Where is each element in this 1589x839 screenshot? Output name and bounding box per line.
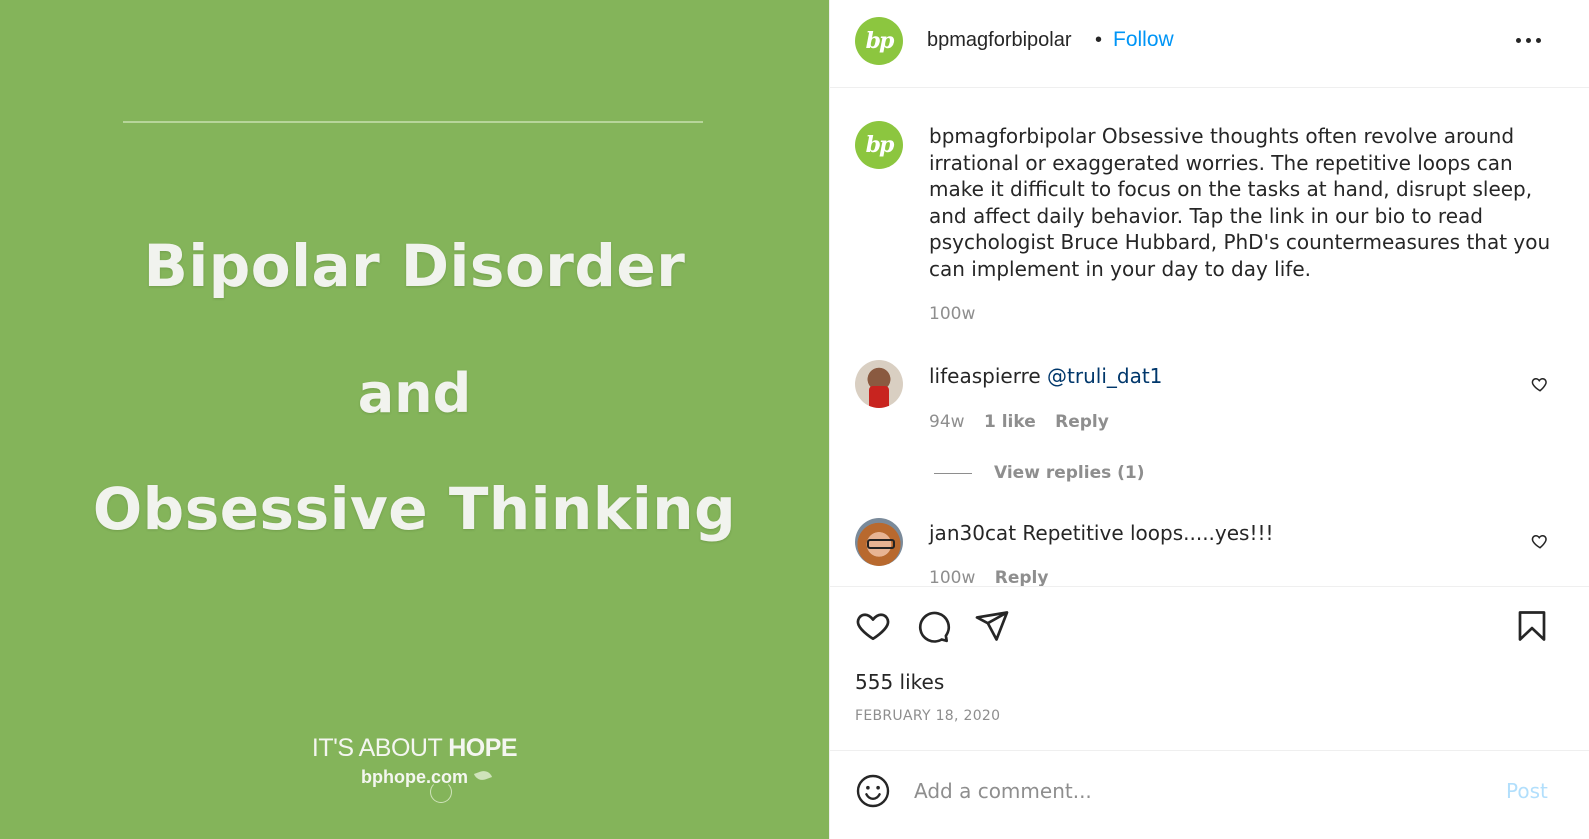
brand-tagline-bold: HOPE	[448, 734, 518, 762]
brand-tagline: IT'S ABOUT HOPE	[0, 734, 829, 763]
comment-line: jan30cat Repetitive loops.....yes!!!	[929, 521, 1274, 545]
comment-username[interactable]: jan30cat	[929, 521, 1016, 545]
post-comment-button[interactable]: Post	[1506, 779, 1548, 803]
image-title-line-3: Obsessive Thinking	[92, 475, 737, 543]
brand-tagline-light: IT'S ABOUT	[311, 734, 449, 762]
caption-avatar[interactable]: bp	[855, 121, 903, 169]
emoji-icon[interactable]	[855, 773, 891, 809]
like-heart-icon[interactable]	[855, 608, 891, 644]
likes-count[interactable]: 555 likes	[855, 670, 944, 694]
image-title-line-1: Bipolar Disorder	[143, 232, 686, 300]
more-options-icon[interactable]	[1516, 38, 1542, 44]
post-details-panel: bp bpmagforbipolar • Follow bp bpmagforb…	[829, 0, 1589, 839]
caption-username[interactable]: bpmagforbipolar	[929, 124, 1096, 148]
comment-avatar[interactable]	[855, 518, 903, 566]
header-username[interactable]: bpmagforbipolar	[927, 29, 1072, 52]
comments-list[interactable]: bp bpmagforbipolar Obsessive thoughts of…	[830, 88, 1589, 586]
caption-text: bpmagforbipolar Obsessive thoughts often…	[929, 123, 1559, 283]
caption-timestamp[interactable]: 100w	[929, 304, 975, 324]
reply-button[interactable]: Reply	[1055, 412, 1109, 432]
comment-bubble-icon[interactable]	[915, 608, 951, 644]
post-date[interactable]: FEBRUARY 18, 2020	[855, 708, 1000, 724]
comment-text: Repetitive loops.....yes!!!	[1016, 521, 1274, 545]
bookmark-icon[interactable]	[1514, 608, 1550, 644]
brand-url: bphope.com	[361, 767, 468, 787]
comment-mention[interactable]: @truli_dat1	[1047, 364, 1162, 388]
comment-meta: 94w 1 like Reply	[929, 412, 1123, 432]
follow-button[interactable]: Follow	[1113, 28, 1174, 52]
comment-likes[interactable]: 1 like	[984, 412, 1036, 432]
comment-like-icon[interactable]	[1531, 532, 1549, 550]
comment-time[interactable]: 94w	[929, 412, 965, 432]
comment-meta: 100w Reply	[929, 568, 1062, 586]
image-divider	[123, 121, 703, 123]
comment-username[interactable]: lifeaspierre	[929, 364, 1041, 388]
swirl-icon	[430, 781, 452, 803]
image-title-line-2: and	[357, 362, 472, 425]
comment-composer: Post	[830, 750, 1589, 839]
comment-line: lifeaspierre @truli_dat1	[929, 364, 1162, 388]
post-image[interactable]: Bipolar Disorder and Obsessive Thinking …	[0, 0, 829, 839]
view-replies-divider	[934, 473, 972, 474]
post-actions: 555 likes FEBRUARY 18, 2020	[830, 586, 1589, 750]
comment-time[interactable]: 100w	[929, 568, 975, 586]
share-send-icon[interactable]	[974, 608, 1010, 644]
separator-dot: •	[1095, 29, 1103, 51]
reply-button[interactable]: Reply	[995, 568, 1049, 586]
comment-input[interactable]	[914, 775, 1474, 807]
view-replies-button[interactable]: View replies (1)	[994, 463, 1145, 483]
avatar[interactable]: bp	[855, 17, 903, 65]
post-header: bp bpmagforbipolar • Follow	[830, 0, 1589, 88]
comment-avatar[interactable]	[855, 360, 903, 408]
comment-like-icon[interactable]	[1531, 375, 1549, 393]
